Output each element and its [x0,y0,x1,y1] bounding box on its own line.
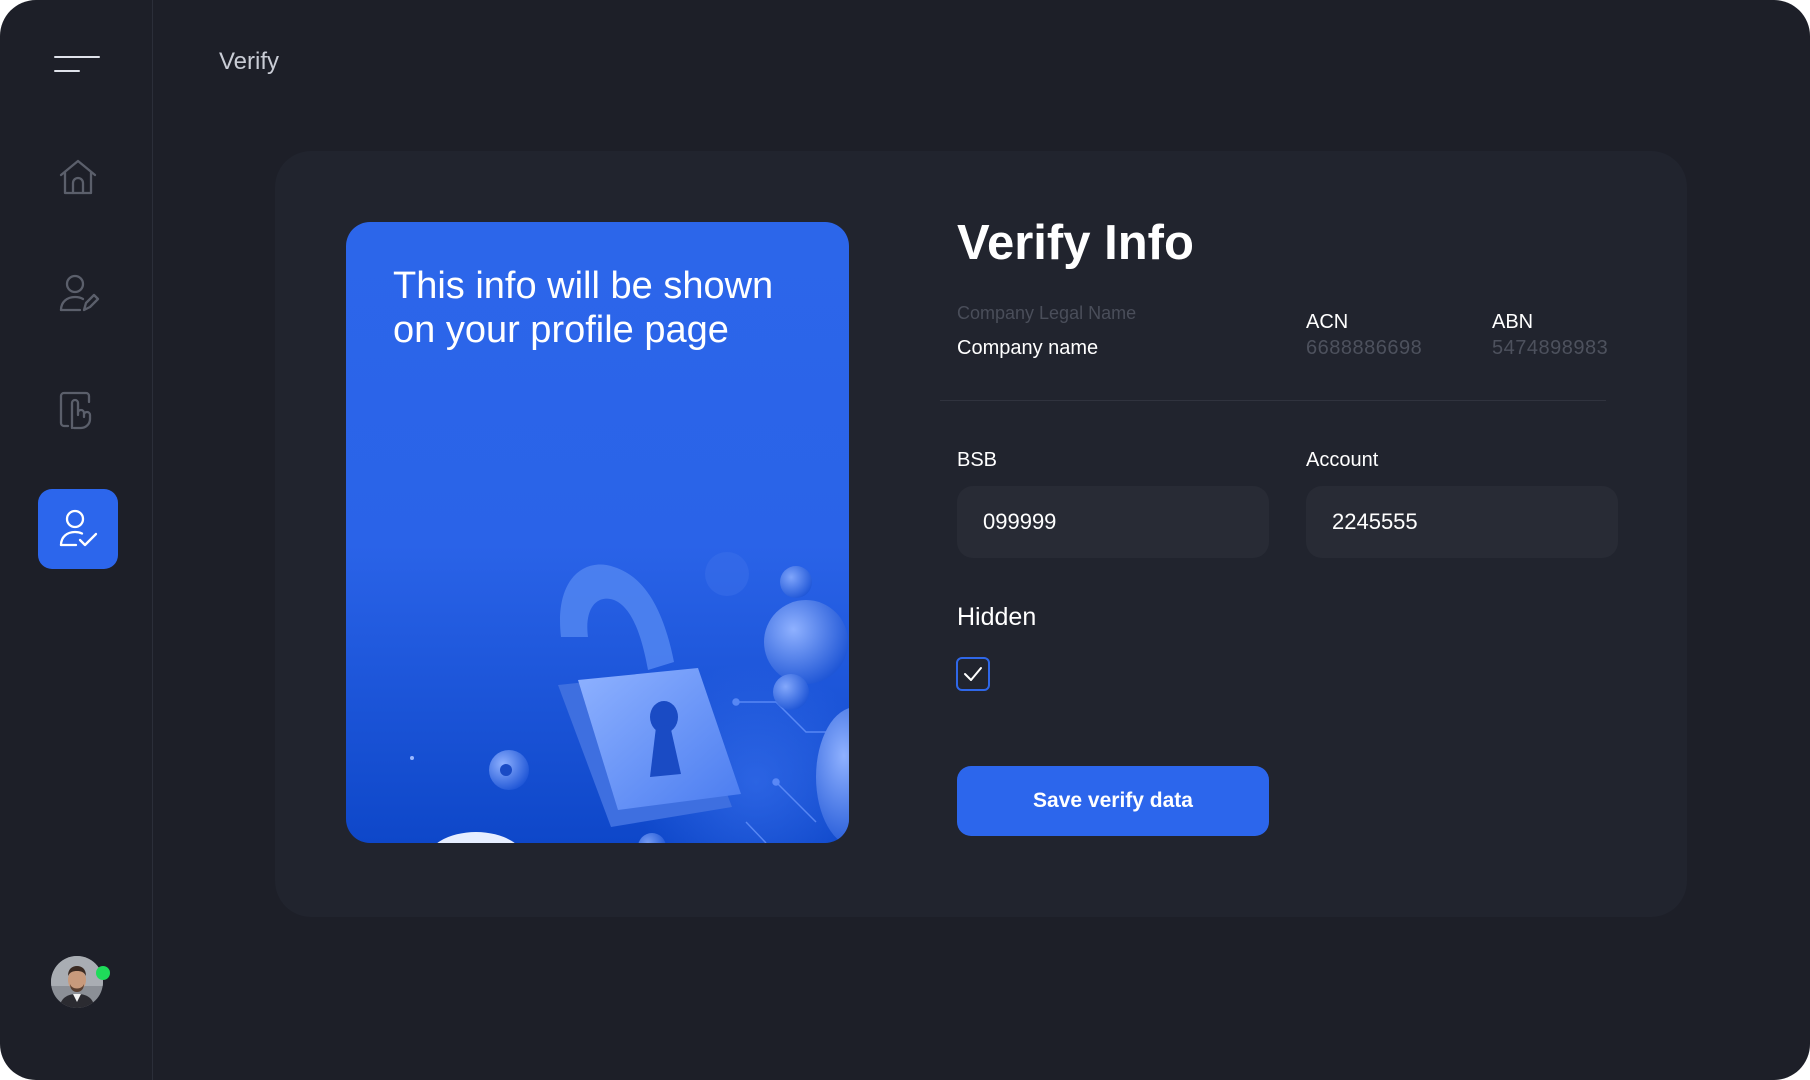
home-icon [59,159,97,195]
promo-card: This info will be shown on your profile … [346,222,849,843]
abn-value: 5474898983 [1492,337,1609,359]
user-avatar-button[interactable] [51,956,110,1010]
hidden-label: Hidden [957,603,1037,631]
section-divider [940,400,1606,401]
user-check-icon [59,509,98,547]
company-legal-name-label: Company Legal Name [957,303,1137,323]
app-window: Verify This info will be shown on your p… [0,0,1810,1080]
company-name-value: Company name [957,337,1099,359]
avatar [51,956,103,1008]
bsb-input[interactable] [957,486,1269,558]
save-verify-data-button[interactable]: Save verify data [957,766,1269,836]
sidebar-item-home[interactable] [38,137,118,217]
account-label: Account [1306,449,1379,471]
acn-value: 6688886698 [1306,337,1423,359]
acn-label: ACN [1306,311,1349,333]
sidebar-item-profile[interactable] [38,253,118,333]
abn-label: ABN [1492,311,1534,333]
verify-info-title: Verify Info [957,216,1194,270]
menu-toggle-button[interactable] [54,54,100,76]
page-title: Verify [219,48,280,75]
bsb-label: BSB [957,449,998,471]
check-icon [964,667,982,681]
hidden-checkbox[interactable] [956,657,990,691]
menu-icon [54,56,100,58]
promo-text: This info will be shown on your profile … [393,265,774,351]
online-status-indicator [96,966,110,980]
user-edit-icon [59,274,100,312]
sidebar [0,0,153,1080]
touch-icon [59,391,92,430]
verify-panel: This info will be shown on your profile … [275,151,1687,917]
account-input[interactable] [1306,486,1618,558]
sidebar-item-verify[interactable] [38,489,118,569]
sidebar-item-touch[interactable] [38,370,118,450]
